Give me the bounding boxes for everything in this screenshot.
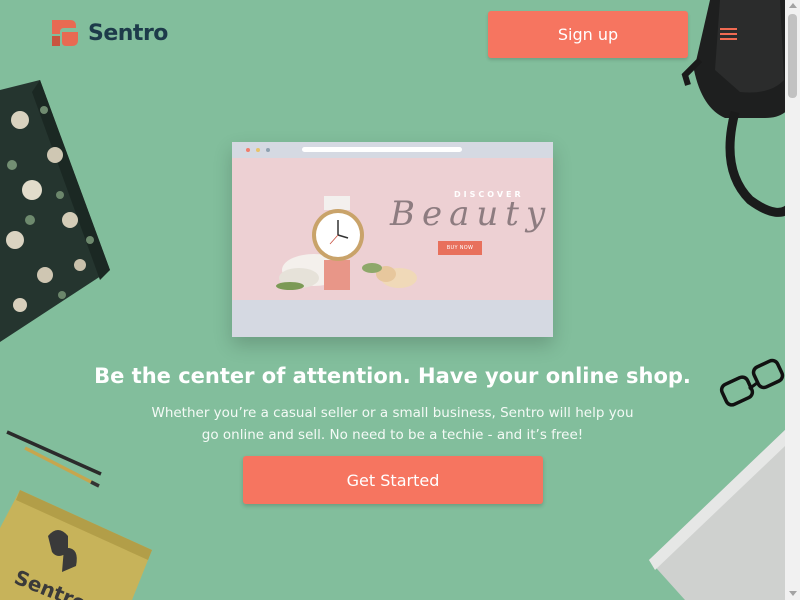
landing-page: Sentro Sentro Sign up DISCOVER Beauty BU… (0, 0, 800, 600)
hero-headline: Be the center of attention. Have your on… (94, 364, 691, 388)
scroll-up-arrow-icon[interactable] (789, 3, 797, 8)
brand-logo[interactable]: Sentro (50, 18, 168, 48)
mockup-url-field (302, 147, 462, 152)
beauty-banner: DISCOVER Beauty BUY NOW (232, 158, 553, 300)
signup-button[interactable]: Sign up (488, 11, 688, 58)
floral-fabric-decoration (0, 80, 110, 342)
brand-name: Sentro (88, 20, 168, 46)
banner-beauty-text: Beauty (390, 194, 553, 234)
mockup-close-dot (246, 148, 250, 152)
browser-mockup: DISCOVER Beauty BUY NOW (232, 142, 553, 337)
mockup-address-bar (232, 142, 553, 158)
laptop-decoration (649, 430, 785, 600)
notebook-logo-text: Sentro (11, 565, 90, 600)
hamburger-menu-icon[interactable] (716, 24, 742, 44)
sentro-logo-icon (52, 20, 78, 46)
notebook-decoration (0, 490, 152, 600)
pencils-decoration (6, 430, 102, 488)
mockup-minimize-dot (256, 148, 260, 152)
scrollbar-thumb[interactable] (788, 14, 797, 98)
hero-subtext: Whether you’re a casual seller or a smal… (150, 402, 635, 446)
scroll-down-arrow-icon[interactable] (789, 591, 797, 596)
mockup-maximize-dot (266, 148, 270, 152)
banner-buy-now-button: BUY NOW (438, 241, 482, 255)
hero-subtext-line-1: Whether you’re a casual seller or a smal… (151, 405, 634, 421)
hero-subtext-line-2: go online and sell. No need to be a tech… (201, 427, 584, 443)
get-started-button[interactable]: Get Started (243, 456, 543, 504)
